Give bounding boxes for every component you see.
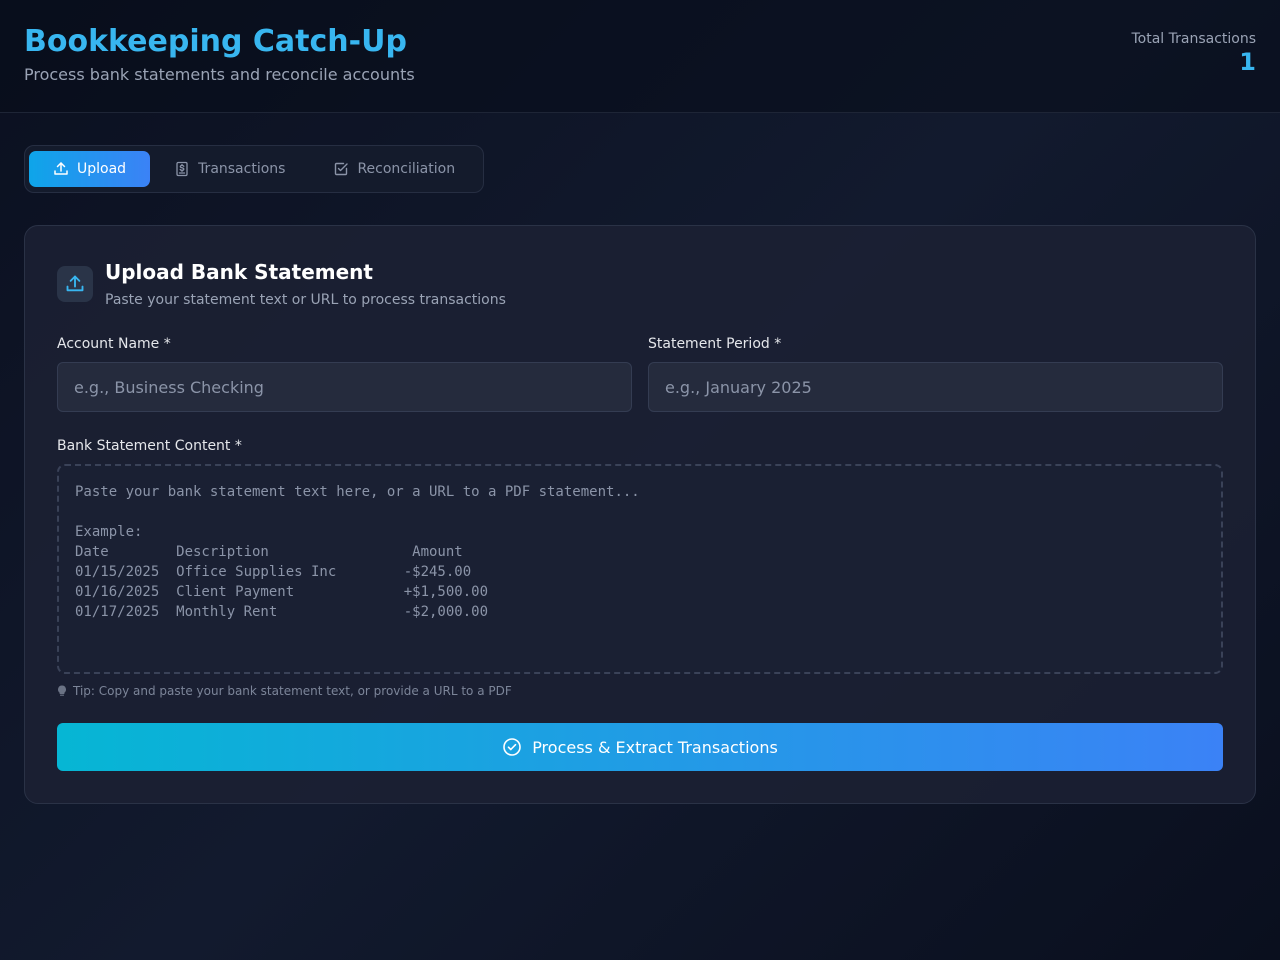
app-subtitle: Process bank statements and reconcile ac… xyxy=(24,65,415,84)
tab-transactions[interactable]: Transactions xyxy=(150,151,309,187)
tab-label: Reconciliation xyxy=(357,161,456,177)
statement-period-input[interactable] xyxy=(648,362,1223,412)
tab-reconciliation[interactable]: Reconciliation xyxy=(309,151,479,187)
upload-icon xyxy=(66,275,84,292)
statement-content-textarea[interactable] xyxy=(57,464,1223,674)
tab-upload[interactable]: Upload xyxy=(29,151,151,187)
tip-text: Tip: Copy and paste your bank statement … xyxy=(57,684,512,698)
tab-label: Transactions xyxy=(198,161,286,177)
tab-label: Upload xyxy=(77,161,127,177)
stats-value: 1 xyxy=(1239,48,1256,76)
tip-label: Tip: Copy and paste your bank statement … xyxy=(73,684,512,698)
check-square-icon xyxy=(335,162,349,176)
statement-content-label: Bank Statement Content * xyxy=(57,438,242,454)
process-button[interactable]: Process & Extract Transactions xyxy=(57,723,1223,771)
card-title: Upload Bank Statement xyxy=(105,260,373,284)
app-title: Bookkeeping Catch-Up xyxy=(24,24,407,59)
upload-icon xyxy=(54,162,68,175)
statement-period-label: Statement Period * xyxy=(648,336,782,352)
app-header: Bookkeeping Catch-Up Process bank statem… xyxy=(0,0,1280,113)
account-name-input[interactable] xyxy=(57,362,632,412)
tab-bar: Upload Transactions Reconciliation xyxy=(24,145,484,193)
transaction-stats: Total Transactions 1 xyxy=(1131,31,1256,76)
stats-label: Total Transactions xyxy=(1131,31,1256,47)
lightbulb-icon xyxy=(58,685,66,696)
check-circle-icon xyxy=(503,738,521,756)
dollar-document-icon xyxy=(176,161,188,177)
process-button-label: Process & Extract Transactions xyxy=(532,737,778,757)
account-name-label: Account Name * xyxy=(57,336,171,352)
card-icon-box xyxy=(57,266,93,302)
card-subtitle: Paste your statement text or URL to proc… xyxy=(105,292,506,308)
upload-card: Upload Bank Statement Paste your stateme… xyxy=(24,225,1256,804)
